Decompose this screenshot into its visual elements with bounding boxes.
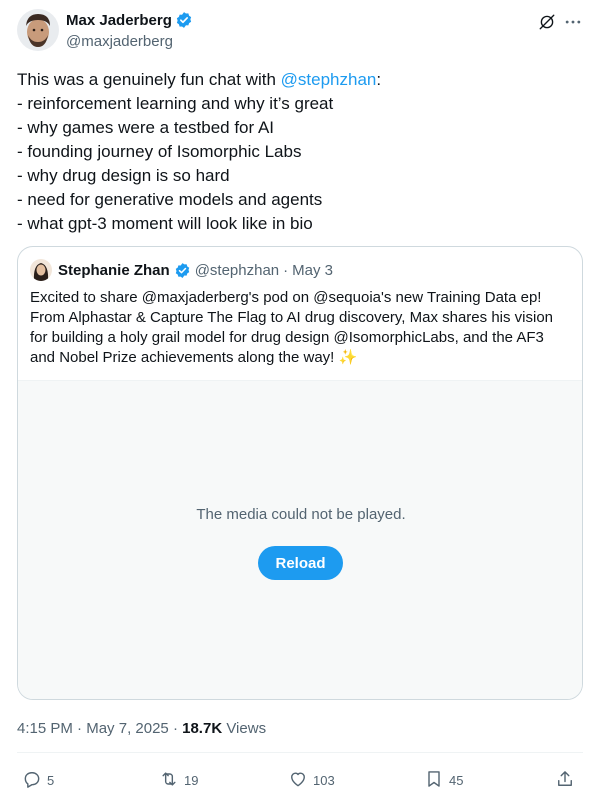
- share-icon: [555, 769, 575, 792]
- tweet-line: - reinforcement learning and why it’s gr…: [17, 94, 334, 113]
- meta-separator: ·: [72, 720, 87, 737]
- tweet-text: This was a genuinely fun chat with @step…: [17, 68, 577, 236]
- separator-dot: ·: [283, 262, 289, 279]
- tweet-line: - need for generative models and agents: [17, 190, 323, 209]
- tweet-line: - why games were a testbed for AI: [17, 118, 275, 137]
- tweet-meta: 4:15 PM · May 7, 2025 · 18.7K Views: [17, 720, 266, 737]
- verified-badge-icon: [175, 11, 193, 29]
- quoted-author-name: Stephanie Zhan: [58, 262, 170, 279]
- media-error-message: The media could not be played.: [196, 506, 406, 523]
- tweet-line: - founding journey of Isomorphic Labs: [17, 142, 302, 161]
- verified-badge-icon: [174, 262, 191, 279]
- bookmark-icon: [424, 769, 444, 792]
- tweet-line: This was a genuinely fun chat with @step…: [17, 68, 577, 92]
- reload-button[interactable]: Reload: [258, 546, 343, 580]
- quoted-author-avatar: [30, 259, 52, 281]
- views-count: 18.7K: [182, 720, 223, 737]
- quoted-line: From Alphastar & Capture The Flag to AI …: [30, 309, 554, 326]
- mention-link[interactable]: @stephzhan: [281, 70, 377, 89]
- bookmark-count: 45: [449, 772, 464, 788]
- reply-icon: [22, 769, 42, 792]
- quoted-header: Stephanie Zhan @stephzhan · May 3: [58, 262, 333, 279]
- tweet-line-text: This was a genuinely fun chat with: [17, 70, 281, 89]
- quoted-date: May 3: [292, 262, 333, 279]
- quoted-line: and Nobel Prize achievements along the w…: [30, 349, 358, 366]
- repost-count: 19: [184, 772, 199, 788]
- author-handle[interactable]: @maxjaderberg: [66, 33, 173, 50]
- reply-count: 5: [47, 772, 55, 788]
- quoted-author-handle: @stephzhan: [194, 262, 280, 279]
- tweet-date[interactable]: May 7, 2025: [86, 720, 169, 737]
- author-name[interactable]: Max Jaderberg: [66, 11, 193, 29]
- tweet-time[interactable]: 4:15 PM: [17, 720, 73, 737]
- quoted-line: for building a holy grail model for drug…: [30, 329, 544, 346]
- repost-button[interactable]: 19: [159, 768, 198, 792]
- quoted-tweet[interactable]: Stephanie Zhan @stephzhan · May 3 Excite…: [17, 246, 583, 700]
- repost-icon: [159, 769, 179, 792]
- tweet-line: - what gpt-3 moment will look like in bi…: [17, 214, 313, 233]
- share-button[interactable]: [555, 768, 575, 792]
- tweet-line-suffix: :: [376, 70, 382, 89]
- grok-icon[interactable]: [538, 13, 556, 31]
- quoted-text: Excited to share @maxjaderberg's pod on …: [30, 288, 575, 368]
- tweet: Max Jaderberg @maxjaderberg This was a g…: [0, 0, 599, 805]
- tweet-line: - why drug design is so hard: [17, 166, 230, 185]
- views-label: Views: [226, 720, 267, 737]
- media-player: The media could not be played. Reload: [18, 380, 582, 699]
- divider: [17, 752, 583, 753]
- meta-separator: ·: [168, 720, 183, 737]
- reply-button[interactable]: 5: [22, 768, 54, 792]
- like-icon: [288, 769, 308, 792]
- like-count: 103: [313, 772, 335, 788]
- bookmark-button[interactable]: 45: [424, 768, 463, 792]
- author-name-text[interactable]: Max Jaderberg: [66, 12, 172, 29]
- author-avatar[interactable]: [17, 9, 59, 51]
- more-icon[interactable]: [563, 12, 583, 32]
- quoted-line: Excited to share @maxjaderberg's pod on …: [30, 289, 542, 306]
- like-button[interactable]: 103: [288, 768, 335, 792]
